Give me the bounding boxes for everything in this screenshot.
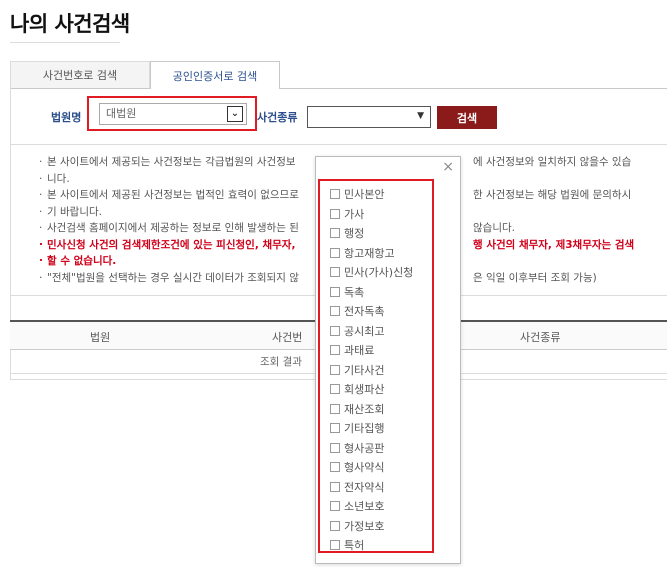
option-civil-application[interactable]: 민사(가사)신청 (330, 264, 413, 280)
checkbox[interactable] (330, 267, 340, 277)
court-highlight-box (87, 96, 257, 131)
checkbox[interactable] (330, 501, 340, 511)
notice-right-3: 않습니다. (473, 222, 515, 234)
checkbox[interactable] (330, 189, 340, 199)
option-bankruptcy[interactable]: 회생파산 (330, 381, 384, 397)
option-civil-main[interactable]: 민사본안 (330, 186, 384, 202)
checkbox[interactable] (330, 403, 340, 414)
checkbox[interactable] (330, 520, 340, 531)
checkbox[interactable] (330, 364, 340, 375)
tab-case-number[interactable]: 사건번호로 검색 (10, 61, 150, 89)
title-divider (10, 42, 120, 43)
col-case-number: 사건번 (272, 331, 303, 344)
empty-message: 조회 결과 (260, 356, 302, 368)
checkbox[interactable] (330, 540, 340, 550)
search-row: 법원명 대법원 ⌄ 사건종류 ▼ 검색 (11, 88, 667, 143)
close-icon[interactable]: × (442, 159, 454, 175)
option-other-case[interactable]: 기타사건 (330, 362, 384, 378)
option-e-demand[interactable]: 전자독촉 (330, 303, 384, 319)
checkbox[interactable] (330, 286, 340, 297)
option-criminal-trial[interactable]: 형사공판 (330, 440, 384, 456)
notice-right-4: 행 사건의 채무자, 제3채무자는 검색 (473, 238, 635, 251)
option-other-execution[interactable]: 기타집행 (330, 420, 384, 436)
checkbox[interactable] (330, 481, 340, 492)
col-court: 법원 (90, 331, 111, 344)
checkbox[interactable] (330, 247, 340, 258)
option-demand[interactable]: 독촉 (330, 284, 364, 300)
option-criminal-summary[interactable]: 형사약식 (330, 459, 384, 475)
checkbox[interactable] (330, 228, 340, 238)
col-case-type: 사건종류 (520, 331, 561, 344)
notice-right-2: 한 사건정보는 해당 법원에 문의하시 (473, 189, 632, 201)
option-juvenile[interactable]: 소년보호 (330, 498, 384, 514)
option-property-inquiry[interactable]: 재산조회 (330, 401, 384, 417)
option-family[interactable]: 가사 (330, 206, 364, 222)
option-public-notice[interactable]: 공시최고 (330, 323, 384, 339)
checkbox[interactable] (330, 325, 340, 336)
page-title: 나의 사건검색 (10, 12, 130, 36)
checkbox[interactable] (330, 345, 340, 355)
checkbox[interactable] (330, 384, 340, 394)
search-button[interactable]: 검색 (437, 106, 497, 129)
option-e-summary[interactable]: 전자약식 (330, 479, 384, 495)
option-fine[interactable]: 과태료 (330, 342, 374, 358)
case-type-options: 민사본안 가사 행정 항고재항고 민사(가사)신청 독촉 전자독촉 공시최고 과… (318, 179, 434, 553)
court-label: 법원명 (51, 111, 82, 124)
checkbox[interactable] (330, 306, 340, 316)
checkbox[interactable] (330, 462, 340, 472)
checkbox[interactable] (330, 442, 340, 453)
option-appeal[interactable]: 항고재항고 (330, 245, 395, 261)
case-type-popup: × 민사본안 가사 행정 항고재항고 민사(가사)신청 독촉 전자독촉 공시최고… (315, 156, 461, 564)
option-patent[interactable]: 특허 (330, 537, 364, 553)
notice-right-1: 에 사건정보와 일치하지 않을수 있습 (473, 156, 632, 168)
dropdown-arrow-icon[interactable]: ▼ (417, 111, 424, 121)
search-tabs: 사건번호로 검색 공인인증서로 검색 (10, 61, 667, 89)
notice-right-5: 은 익일 이후부터 조회 가능) (473, 271, 597, 284)
option-domestic-protection[interactable]: 가정보호 (330, 518, 384, 534)
option-administrative[interactable]: 행정 (330, 225, 364, 241)
case-type-select[interactable]: ▼ (307, 106, 431, 128)
checkbox[interactable] (330, 423, 340, 433)
tab-certificate[interactable]: 공인인증서로 검색 (150, 61, 280, 89)
checkbox[interactable] (330, 208, 340, 219)
case-type-label: 사건종류 (257, 111, 298, 124)
